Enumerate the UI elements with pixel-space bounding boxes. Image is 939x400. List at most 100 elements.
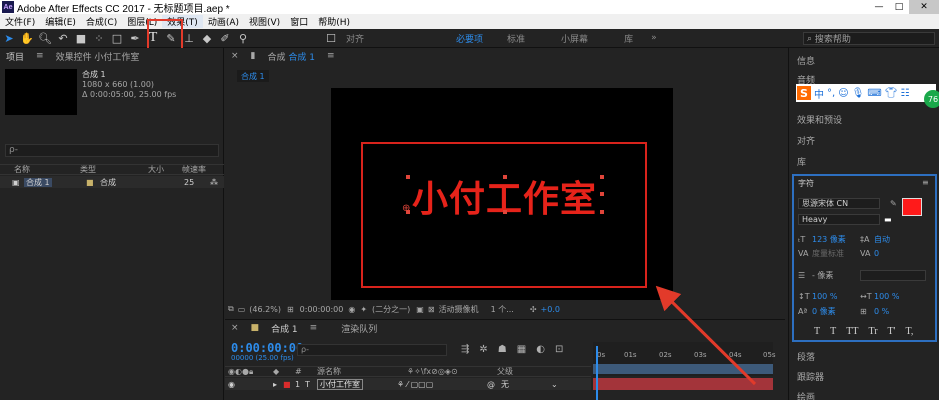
layer-duration-bar[interactable] <box>593 378 773 390</box>
panel-paragraph[interactable]: 段落 <box>797 350 815 363</box>
camera-tool-icon[interactable]: ■ <box>72 30 90 47</box>
parent-dropdown[interactable]: 无 <box>501 379 551 390</box>
tsume-value[interactable]: 0 % <box>874 307 889 316</box>
kerning-value[interactable]: 度量标准 <box>812 248 860 259</box>
microphone-icon[interactable]: 🎙︎ <box>852 88 865 99</box>
work-area-bar[interactable] <box>593 364 773 374</box>
comp-flowchart-tab[interactable]: 合成 1 <box>237 70 269 82</box>
tools-icon[interactable]: ☷ <box>900 88 909 99</box>
lock-icon[interactable]: ▮ <box>245 51 262 61</box>
snap-checkbox-icon[interactable]: ☐ <box>322 30 340 47</box>
expand-arrow-icon[interactable]: ▸ <box>273 380 283 389</box>
chevron-down-icon[interactable]: ⌄ <box>551 380 558 389</box>
faux-bold-button[interactable]: T <box>814 326 820 337</box>
region-of-interest-icon[interactable]: ▣ <box>410 305 424 314</box>
menu-help[interactable]: 帮助(H) <box>313 15 355 28</box>
ime-chinese-mode[interactable]: 中 <box>814 86 824 101</box>
minimize-button[interactable]: — <box>869 0 889 14</box>
pick-whip-icon[interactable]: @ <box>487 380 501 389</box>
current-time-indicator[interactable] <box>596 346 598 400</box>
transform-handle[interactable] <box>600 192 604 196</box>
project-search-input[interactable]: ρ- <box>5 144 219 157</box>
column-parent[interactable]: 父级 <box>497 366 513 377</box>
list-item[interactable]: ▣ 合成 1 ■ 合成 25 ⁂ <box>0 176 224 188</box>
panel-info[interactable]: 信息 <box>797 54 815 67</box>
timeline-timecode[interactable]: 0:00:00:00 <box>231 341 303 355</box>
small-caps-button[interactable]: Tr <box>868 326 877 337</box>
hand-tool-icon[interactable]: ✋ <box>18 30 36 47</box>
visibility-eye-icon[interactable]: ◉ <box>225 380 237 389</box>
rectangle-tool-icon[interactable]: □ <box>108 30 126 47</box>
shy-layers-icon[interactable]: ☗ <box>498 344 507 355</box>
panel-menu-icon[interactable]: ≡ <box>922 178 929 187</box>
camera-dropdown[interactable]: 活动摄像机 <box>435 304 479 315</box>
viewer-tab-label[interactable]: 合成 合成 1 <box>262 50 321 63</box>
snapshot-icon[interactable]: ◉ <box>343 305 355 314</box>
transform-handle[interactable] <box>503 175 507 179</box>
tracking-value[interactable]: 0 <box>874 249 879 258</box>
baseline-shift-value[interactable]: 0 像素 <box>812 306 860 317</box>
menu-composition[interactable]: 合成(C) <box>81 15 122 28</box>
tab-timeline-comp[interactable]: 合成 1 <box>265 322 304 335</box>
panel-menu-icon[interactable]: ≡ <box>304 323 324 333</box>
eraser-tool-icon[interactable]: ◆ <box>198 30 216 47</box>
viewer-timecode[interactable]: 0:00:00:00 <box>294 305 344 314</box>
menu-file[interactable]: 文件(F) <box>0 15 40 28</box>
menu-view[interactable]: 视图(V) <box>244 15 285 28</box>
frame-blending-icon[interactable]: ▦ <box>517 344 526 355</box>
monitor-icon[interactable]: ▭ <box>234 305 246 314</box>
horizontal-scale-value[interactable]: 100 % <box>874 292 899 301</box>
comp-mini-flowchart-icon[interactable]: ⇶ <box>461 344 469 355</box>
transform-handle[interactable] <box>600 175 604 179</box>
column-type[interactable]: 类型 <box>80 164 148 175</box>
all-caps-button[interactable]: TT <box>846 326 858 337</box>
pan-behind-tool-icon[interactable]: ⁘ <box>90 30 108 47</box>
close-tab-icon[interactable]: × <box>225 323 245 333</box>
safe-margins-icon[interactable]: ⊞ <box>281 305 294 314</box>
ime-badge[interactable]: 76 <box>924 90 939 108</box>
fill-color-swatch[interactable] <box>902 198 922 216</box>
tab-project[interactable]: 项目 <box>0 50 30 63</box>
views-dropdown[interactable]: 1 个... <box>479 304 514 315</box>
vertical-scale-value[interactable]: 100 % <box>812 292 860 301</box>
zoom-tool-icon[interactable]: 🔍︎ <box>36 30 54 47</box>
font-style-dropdown[interactable]: Heavy <box>798 214 880 225</box>
workspace-small-screen[interactable]: 小屏幕 <box>531 32 594 45</box>
layer-name[interactable]: 小付工作室 <box>317 378 363 390</box>
column-fps[interactable]: 帧速率 <box>182 164 206 175</box>
emoji-icon[interactable]: ☺ <box>838 88 848 99</box>
pen-tool-icon[interactable]: ✒ <box>126 30 144 47</box>
stroke-style-dropdown[interactable] <box>860 270 926 281</box>
punctuation-icon[interactable]: °, <box>827 88 835 99</box>
panel-paint[interactable]: 绘画 <box>797 390 815 400</box>
menu-window[interactable]: 窗口 <box>285 15 313 28</box>
transform-handle[interactable] <box>503 210 507 214</box>
tab-effect-controls[interactable]: 效果控件 小付工作室 <box>50 50 146 63</box>
color-channels-icon[interactable]: ✦ <box>355 305 367 314</box>
transform-handle[interactable] <box>406 175 410 179</box>
close-tab-icon[interactable]: × <box>225 51 245 61</box>
panel-align[interactable]: 对齐 <box>797 134 815 147</box>
column-source-name[interactable]: 源名称 <box>317 366 407 377</box>
graph-editor-icon[interactable]: ⊡ <box>555 344 563 355</box>
roto-brush-tool-icon[interactable]: ✐ <box>216 30 234 47</box>
panel-libraries[interactable]: 库 <box>797 155 806 168</box>
table-row[interactable]: ◉ ▸ ■ 1 T 小付工作室 ⚘ ⁄ ▢▢▢ @ 无 ⌄ <box>225 378 591 390</box>
panel-tracker[interactable]: 跟踪器 <box>797 370 824 383</box>
transform-handle[interactable] <box>600 210 604 214</box>
selection-tool-icon[interactable]: ➤ <box>0 30 18 47</box>
search-help-input[interactable]: ⌕ 搜索帮助 <box>803 32 935 45</box>
more-workspaces-button[interactable]: » <box>639 33 663 43</box>
exposure-value[interactable]: +0.0 <box>537 305 560 314</box>
skin-icon[interactable]: 👕︎ <box>885 88 898 99</box>
reset-exposure-icon[interactable]: ✣ <box>514 305 537 314</box>
resolution-dropdown[interactable]: (二分之一) <box>367 304 410 315</box>
workspace-libraries[interactable]: 库 <box>594 32 639 45</box>
faux-italic-button[interactable]: T <box>830 326 836 337</box>
panel-effects-presets[interactable]: 效果和预设 <box>797 113 842 126</box>
eyedropper-icon[interactable]: ✎ <box>880 199 897 208</box>
superscript-button[interactable]: T' <box>888 326 896 337</box>
workspace-standard[interactable]: 标准 <box>489 32 531 45</box>
layer-label-color-icon[interactable]: ■ <box>283 380 295 389</box>
column-name[interactable]: 名称 <box>0 164 80 175</box>
